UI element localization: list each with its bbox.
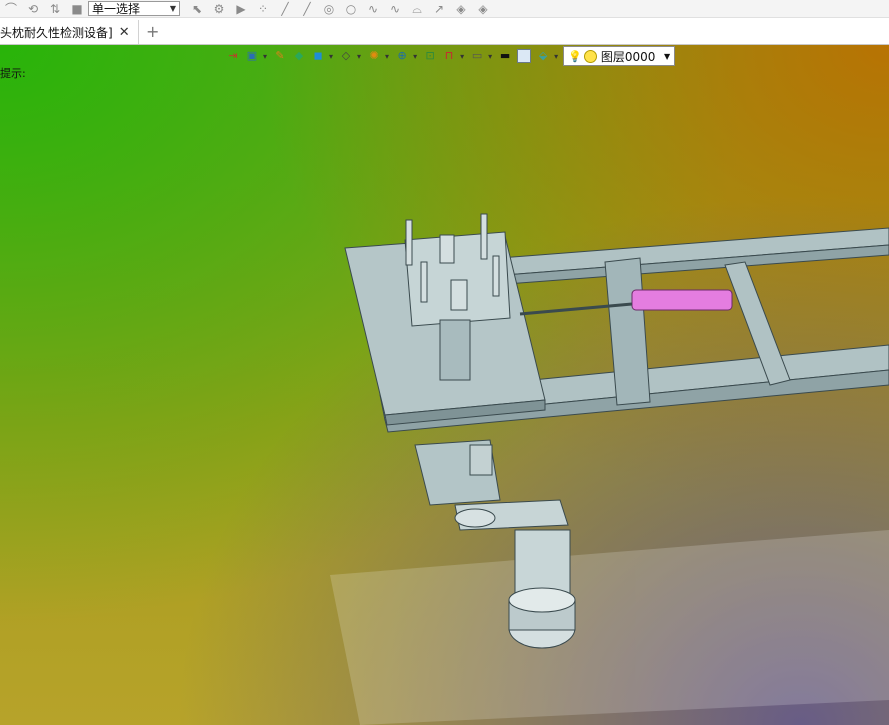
view-icon[interactable]: ▣	[244, 48, 260, 64]
play-icon[interactable]: ▶	[233, 2, 249, 16]
chevron-down-icon[interactable]: ▾	[460, 52, 464, 61]
chevron-down-icon[interactable]: ▾	[329, 52, 333, 61]
document-tabbar: 头枕耐久性检测设备] ✕ +	[0, 18, 889, 45]
circle-icon[interactable]: ○	[343, 2, 359, 16]
wheel-icon[interactable]: ✺	[366, 48, 382, 64]
arc-icon[interactable]: ⌓	[409, 2, 425, 16]
wave-icon[interactable]: ∿	[365, 2, 381, 16]
tab-document[interactable]: 头枕耐久性检测设备] ✕	[0, 20, 139, 44]
line-icon[interactable]: ╱	[299, 2, 315, 16]
arrows-icon[interactable]: ⇅	[47, 2, 63, 16]
layer-color-icon	[583, 49, 597, 63]
3d-viewport[interactable]: 提示:	[0, 45, 889, 725]
add-tab-icon[interactable]: +	[146, 22, 159, 41]
viewport-toolbar: ⇥ ▣ ▾ ✎ ◆ ◼ ▾ ◇ ▾ ✺ ▾ ⊕ ▾ ⊡ ⊓ ▾ ▭ ▾ ▬ ⬙ ▾ 💡 图层00…	[225, 46, 676, 66]
gear-icon[interactable]: ⚙	[211, 2, 227, 16]
chevron-down-icon[interactable]: ▾	[554, 52, 558, 61]
layer-select[interactable]: 💡 图层0000 ▼	[563, 46, 676, 66]
prompt-hint: 提示:	[0, 67, 26, 80]
shape-icon[interactable]: ◈	[475, 2, 491, 16]
arrow-icon[interactable]: ↗	[431, 2, 447, 16]
line-style-icon[interactable]: ▬	[497, 48, 513, 64]
chevron-down-icon[interactable]: ▾	[263, 52, 267, 61]
circle-icon[interactable]: ◎	[321, 2, 337, 16]
layer-shape-icon[interactable]: ⬙	[535, 48, 551, 64]
selection-mode-select[interactable]: 单一选择 ▼	[88, 1, 180, 16]
brush-icon[interactable]: ✎	[272, 48, 288, 64]
chevron-down-icon[interactable]: ▾	[357, 52, 361, 61]
cube-outline-icon[interactable]: ◇	[338, 48, 354, 64]
history-icon[interactable]: ⟲	[25, 2, 41, 16]
chevron-down-icon[interactable]: ▾	[385, 52, 389, 61]
chevron-down-icon: ▼	[663, 51, 671, 61]
stop-icon[interactable]: ■	[69, 2, 85, 16]
tab-label: 头枕耐久性检测设备]	[0, 25, 113, 40]
selection-mode-value: 单一选择	[92, 2, 141, 16]
exit-icon[interactable]: ⇥	[225, 48, 241, 64]
close-icon[interactable]: ✕	[119, 25, 130, 40]
top-toolbar: ⌒ ⟲ ⇅ ■ 单一选择 ▼ ⬉ ⚙ ▶ ⁘ ╱ ╱ ◎ ○ ∿ ∿ ⌓ ↗ ◈…	[0, 0, 889, 18]
bulb-icon[interactable]: 💡	[568, 50, 582, 63]
dimension-icon[interactable]: ⊓	[441, 48, 457, 64]
cursor-icon[interactable]: ⬉	[189, 2, 205, 16]
layer-value: 图层0000	[600, 49, 656, 64]
fit-icon[interactable]: ⊡	[422, 48, 438, 64]
wave-icon[interactable]: ∿	[387, 2, 403, 16]
shape-icon[interactable]: ◈	[453, 2, 469, 16]
monitor-icon[interactable]: ▭	[469, 48, 485, 64]
chevron-down-icon[interactable]: ▾	[488, 52, 492, 61]
cad-model[interactable]	[0, 45, 889, 725]
cube-icon[interactable]: ◼	[310, 48, 326, 64]
render-icon[interactable]: ◆	[291, 48, 307, 64]
color-box-icon[interactable]	[516, 48, 532, 64]
curve-icon[interactable]: ⌒	[3, 2, 19, 16]
line-icon[interactable]: ╱	[277, 2, 293, 16]
dots-icon[interactable]: ⁘	[255, 2, 271, 16]
floor-shadow	[330, 530, 889, 725]
chevron-down-icon: ▼	[169, 4, 176, 13]
chevron-down-icon[interactable]: ▾	[413, 52, 417, 61]
zoom-icon[interactable]: ⊕	[394, 48, 410, 64]
